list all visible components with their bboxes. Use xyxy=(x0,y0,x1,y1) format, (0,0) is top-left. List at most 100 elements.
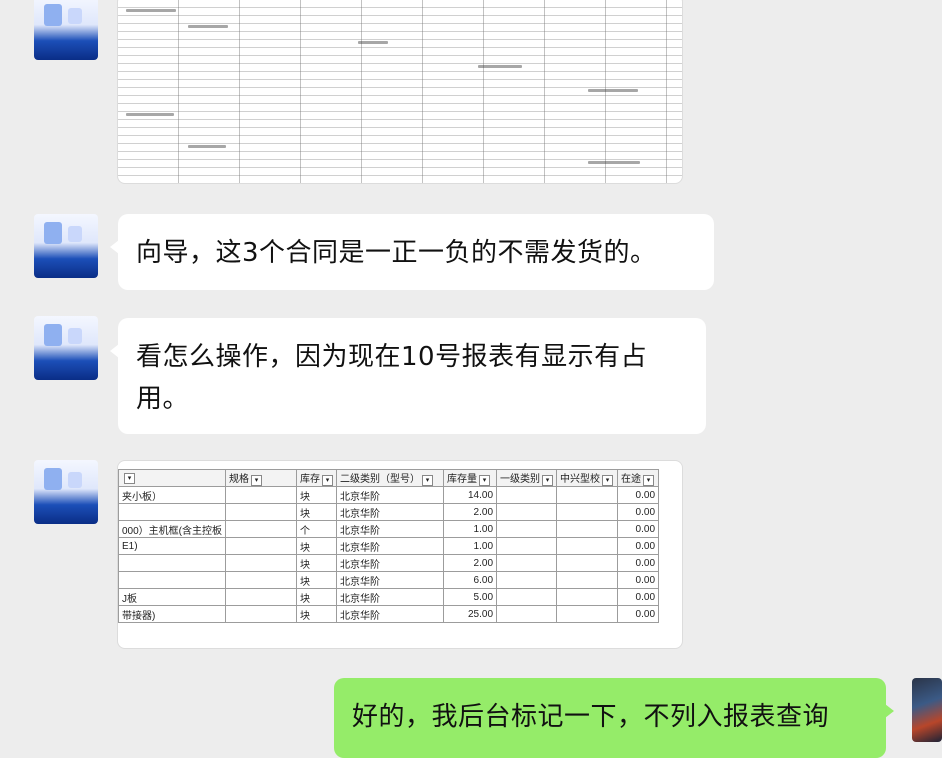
column-header: 库存量 xyxy=(447,474,478,485)
table-cell xyxy=(225,571,298,589)
table-cell xyxy=(225,486,298,504)
table-cell xyxy=(496,486,558,504)
table-cell xyxy=(118,554,227,572)
table-cell: 0.00 xyxy=(617,486,660,504)
table-cell: 北京华阶 xyxy=(336,554,445,572)
table-cell xyxy=(225,588,298,606)
table-cell: 北京华阶 xyxy=(336,503,445,521)
table-row: E1) 块 北京华阶 1.00 0.00 xyxy=(118,537,660,555)
table-cell xyxy=(556,605,619,623)
table-cell: 1.00 xyxy=(443,520,498,538)
table-cell: 北京华阶 xyxy=(336,605,445,623)
table-cell: J板 xyxy=(118,588,227,606)
column-header: 在途 xyxy=(621,474,642,485)
filter-dropdown-icon: ▾ xyxy=(422,475,434,486)
table-cell: 6.00 xyxy=(443,571,498,589)
contact-avatar[interactable] xyxy=(34,0,98,60)
table-cell: 14.00 xyxy=(443,486,498,504)
table-cell: 25.00 xyxy=(443,605,498,623)
table-cell xyxy=(556,537,619,555)
table-cell: 0.00 xyxy=(617,503,660,521)
table-cell: 0.00 xyxy=(617,537,660,555)
table-cell: 块 xyxy=(296,571,338,589)
table-cell xyxy=(225,503,298,521)
table-cell xyxy=(556,554,619,572)
filter-dropdown-icon: ▾ xyxy=(602,475,614,486)
table-cell xyxy=(496,605,558,623)
table-cell: 2.00 xyxy=(443,554,498,572)
table-cell xyxy=(496,537,558,555)
table-row: 带接器) 块 北京华阶 25.00 0.00 xyxy=(118,605,660,623)
table-row: 夹小板） 块 北京华阶 14.00 0.00 xyxy=(118,486,660,504)
contact-avatar[interactable] xyxy=(34,316,98,380)
table-cell: 000）主机框(含主控板 xyxy=(118,520,227,538)
table-row: 块 北京华阶 2.00 0.00 xyxy=(118,554,660,572)
my-message-bubble[interactable]: 好的，我后台标记一下，不列入报表查询 xyxy=(334,678,894,758)
table-row: J板 块 北京华阶 5.00 0.00 xyxy=(118,588,660,606)
column-header: 库存 xyxy=(300,474,321,485)
table-cell xyxy=(496,588,558,606)
table-cell xyxy=(496,503,558,521)
table-cell: 2.00 xyxy=(443,503,498,521)
table-cell xyxy=(556,588,619,606)
column-header: 二级类别（型号） xyxy=(340,474,421,485)
table-cell: 北京华阶 xyxy=(336,537,445,555)
filter-dropdown-icon: ▾ xyxy=(124,473,135,484)
table-cell: 0.00 xyxy=(617,588,660,606)
table-header-row: ▾ 规格 ▾ 库存 ▾ 二级类别（型号） ▾ 库存量 ▾ 一级类别 ▾ 中兴型校 ▾ 在途 ▾ xyxy=(118,469,660,487)
inventory-table: ▾ 规格 ▾ 库存 ▾ 二级类别（型号） ▾ 库存量 ▾ 一级类别 ▾ 中兴型校 ▾ 在途 ▾… xyxy=(118,469,660,623)
table-cell: 0.00 xyxy=(617,554,660,572)
table-cell xyxy=(118,571,227,589)
message-text-line: 用。 xyxy=(136,384,190,414)
table-row: 块 北京华阶 2.00 0.00 xyxy=(118,503,660,521)
table-cell: 个 xyxy=(296,520,338,538)
table-cell: E1) xyxy=(118,537,227,555)
table-row: 000）主机框(含主控板 个 北京华阶 1.00 0.00 xyxy=(118,520,660,538)
message-text-line: 看怎么操作，因为现在10号报表有显示有占 xyxy=(136,342,648,372)
table-cell: 北京华阶 xyxy=(336,486,445,504)
table-cell: 块 xyxy=(296,486,338,504)
column-header: 规格 xyxy=(229,474,250,485)
table-cell: 块 xyxy=(296,605,338,623)
column-header: 一级类别 xyxy=(500,474,541,485)
contact-avatar[interactable] xyxy=(34,214,98,278)
table-cell xyxy=(225,554,298,572)
table-cell: 块 xyxy=(296,503,338,521)
table-cell: 块 xyxy=(296,537,338,555)
table-cell: 0.00 xyxy=(617,605,660,623)
image-message-spreadsheet[interactable]: ▾ 规格 ▾ 库存 ▾ 二级类别（型号） ▾ 库存量 ▾ 一级类别 ▾ 中兴型校 ▾ 在途 ▾… xyxy=(117,460,683,649)
filter-dropdown-icon: ▾ xyxy=(643,475,655,486)
table-cell: 0.00 xyxy=(617,520,660,538)
table-cell xyxy=(496,520,558,538)
table-cell: 带接器) xyxy=(118,605,227,623)
table-cell xyxy=(118,503,227,521)
table-row: 块 北京华阶 6.00 0.00 xyxy=(118,571,660,589)
table-cell xyxy=(496,554,558,572)
table-cell xyxy=(225,537,298,555)
filter-dropdown-icon: ▾ xyxy=(542,475,554,486)
column-header: 中兴型校 xyxy=(560,474,601,485)
message-text: 向导，这3个合同是一正一负的不需发货的。 xyxy=(136,238,657,268)
table-cell: 1.00 xyxy=(443,537,498,555)
table-cell xyxy=(225,520,298,538)
table-cell: 夹小板） xyxy=(118,486,227,504)
filter-dropdown-icon: ▾ xyxy=(479,475,491,486)
message-bubble[interactable]: 看怎么操作，因为现在10号报表有显示有占 用。 xyxy=(110,318,706,434)
contact-avatar[interactable] xyxy=(34,460,98,524)
table-cell: 5.00 xyxy=(443,588,498,606)
image-message-spreadsheet[interactable] xyxy=(117,0,683,184)
message-text: 好的，我后台标记一下，不列入报表查询 xyxy=(352,702,830,732)
filter-dropdown-icon: ▾ xyxy=(322,475,334,486)
table-cell: 北京华阶 xyxy=(336,520,445,538)
message-bubble[interactable]: 向导，这3个合同是一正一负的不需发货的。 xyxy=(110,214,714,290)
table-cell xyxy=(556,520,619,538)
my-avatar[interactable] xyxy=(912,678,942,742)
table-cell: 块 xyxy=(296,588,338,606)
table-cell xyxy=(225,605,298,623)
table-cell xyxy=(496,571,558,589)
table-cell: 北京华阶 xyxy=(336,571,445,589)
table-cell: 北京华阶 xyxy=(336,588,445,606)
table-cell: 块 xyxy=(296,554,338,572)
table-cell xyxy=(556,571,619,589)
table-cell xyxy=(556,503,619,521)
